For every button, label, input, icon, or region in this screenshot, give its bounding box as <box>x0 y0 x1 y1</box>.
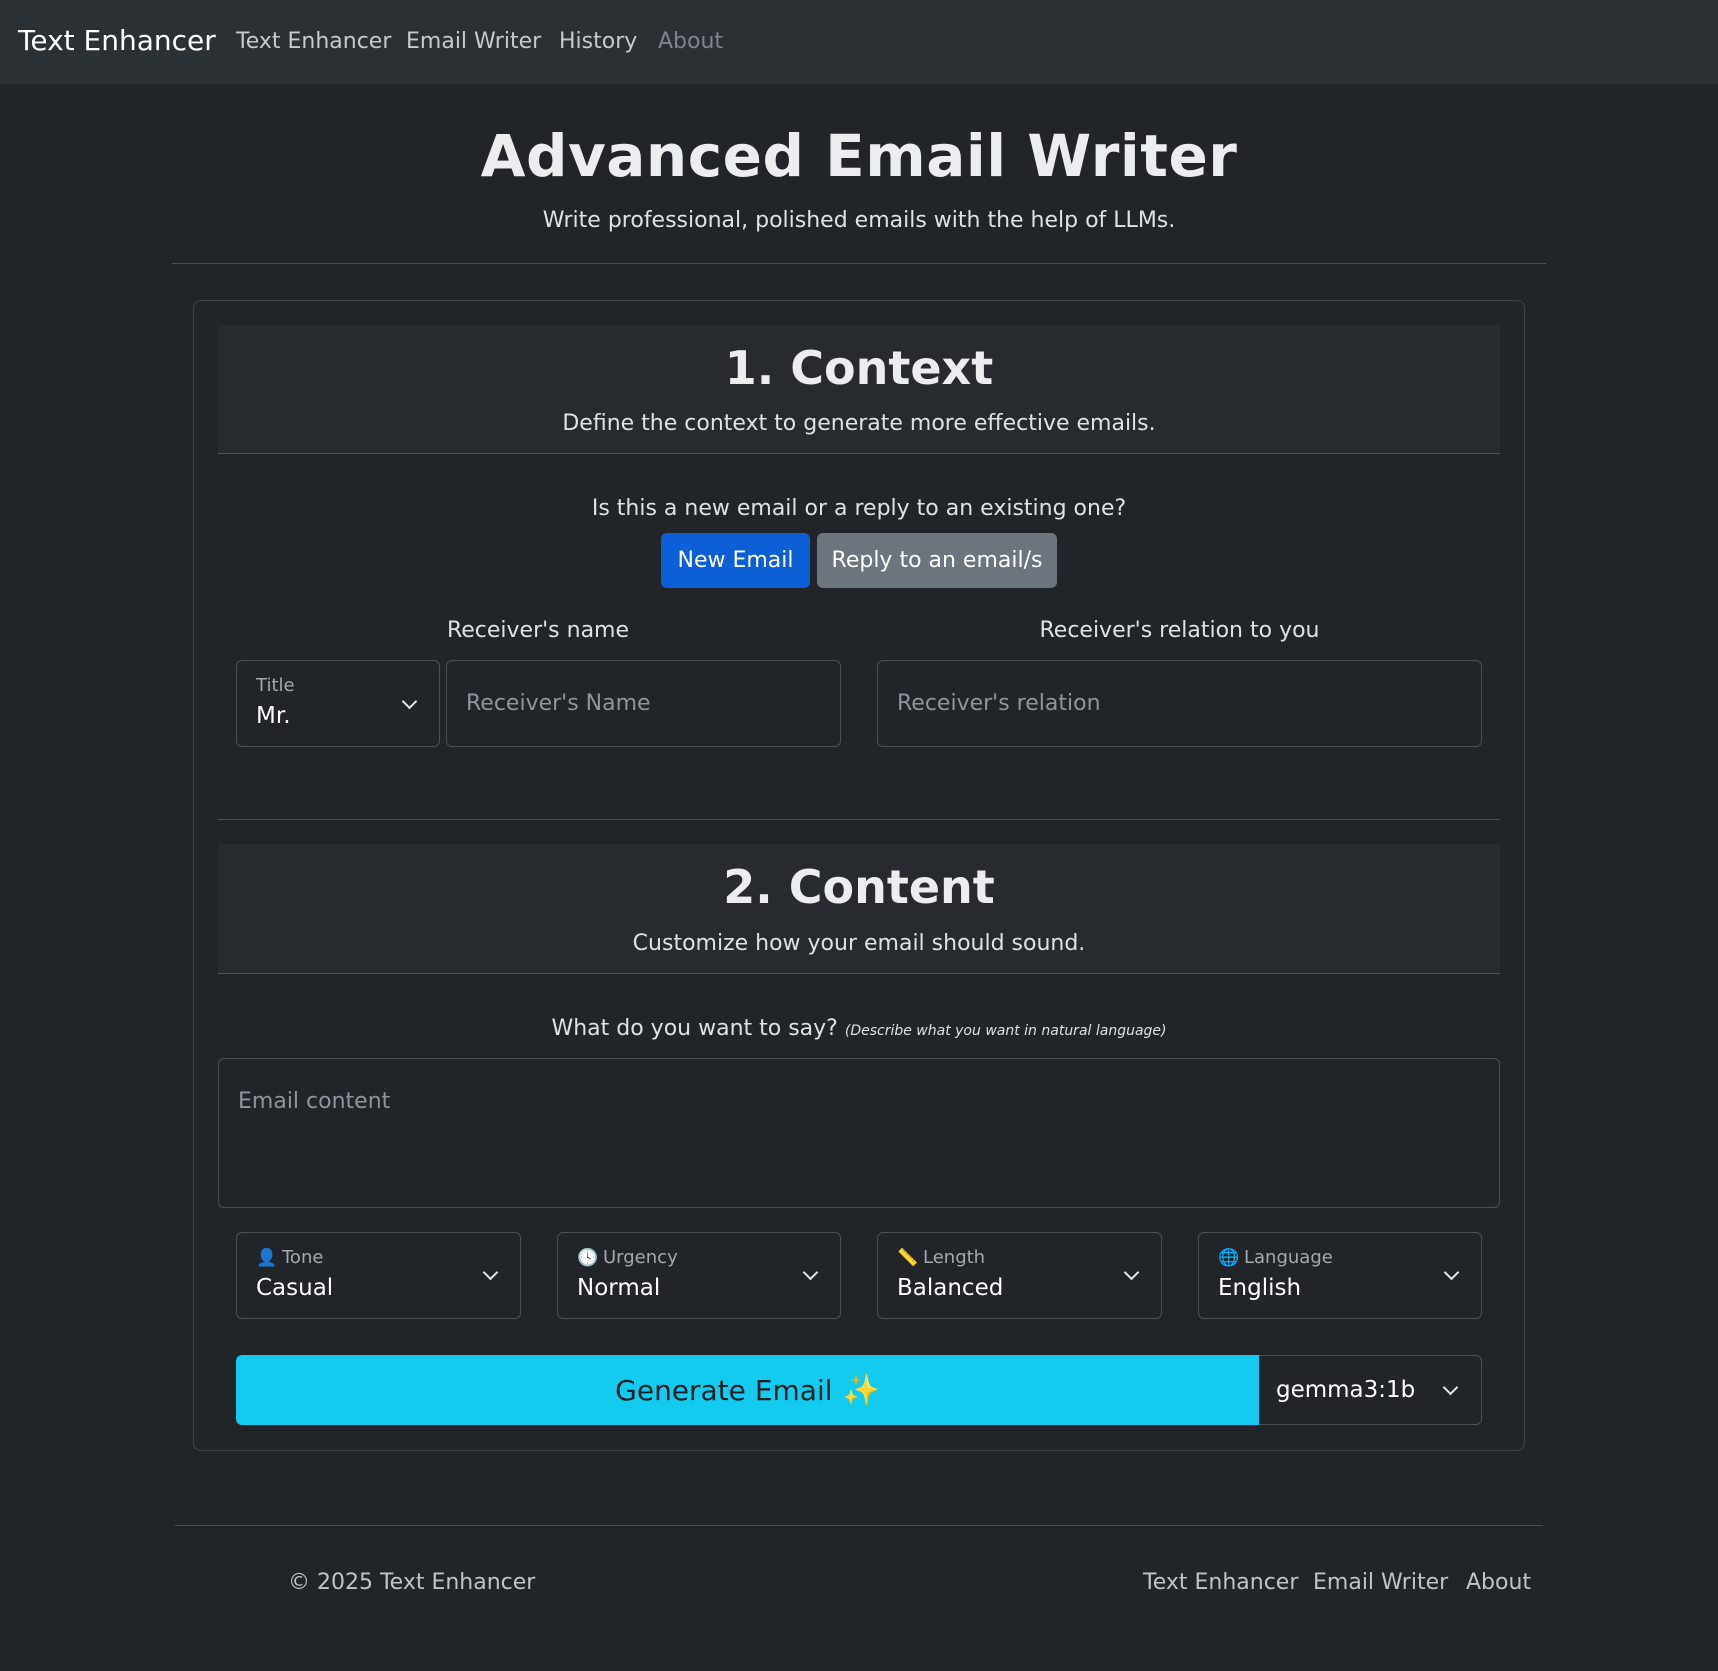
content-title: 2. Content <box>723 860 995 914</box>
generate-email-label: Generate Email <box>615 1373 833 1407</box>
header-divider <box>172 263 1546 264</box>
receiver-name-input[interactable]: Receiver's Name <box>446 660 841 747</box>
urgency-select[interactable]: 🕓 Urgency Normal <box>557 1232 841 1319</box>
chevron-down-icon <box>401 693 418 710</box>
footer-divider <box>175 1525 1543 1526</box>
reply-email-button[interactable]: Reply to an email/s <box>817 533 1057 588</box>
page-title: Advanced Email Writer <box>480 122 1238 190</box>
email-content-placeholder: Email content <box>238 1089 391 1114</box>
urgency-value: Normal <box>577 1275 661 1301</box>
chevron-down-icon <box>1442 1379 1459 1396</box>
model-select-value: gemma3:1b <box>1276 1377 1416 1403</box>
context-section-header: 1. Context Define the context to generat… <box>218 325 1500 454</box>
chevron-down-icon <box>1123 1264 1140 1281</box>
email-content-textarea[interactable]: Email content <box>218 1058 1500 1208</box>
chevron-down-icon <box>482 1264 499 1281</box>
language-label: Language <box>1244 1247 1333 1268</box>
model-select[interactable]: gemma3:1b <box>1259 1355 1482 1425</box>
receiver-relation-placeholder: Receiver's relation <box>897 691 1101 716</box>
nav-link-about[interactable]: About <box>658 29 723 54</box>
content-description: Customize how your email should sound. <box>632 931 1086 956</box>
tone-select[interactable]: 👤 Tone Casual <box>236 1232 521 1319</box>
navbar: Text Enhancer Text Enhancer Email Writer… <box>0 0 1718 84</box>
title-select[interactable]: Title Mr. <box>236 660 440 747</box>
urgency-label: Urgency <box>603 1247 678 1268</box>
nav-link-history[interactable]: History <box>559 29 637 54</box>
title-select-label: Title <box>256 675 295 696</box>
context-title: 1. Context <box>724 341 994 395</box>
length-select[interactable]: 📏 Length Balanced <box>877 1232 1162 1319</box>
clock-icon: 🕓 <box>577 1247 599 1268</box>
title-select-value: Mr. <box>256 703 291 729</box>
new-email-button[interactable]: New Email <box>661 533 810 588</box>
person-icon: 👤 <box>256 1247 278 1268</box>
generate-email-button[interactable]: Generate Email ✨ <box>236 1355 1259 1425</box>
ruler-icon: 📏 <box>897 1247 919 1268</box>
content-prompt: What do you want to say? (Describe what … <box>218 1016 1500 1041</box>
chevron-down-icon <box>1443 1264 1460 1281</box>
sparkles-icon: ✨ <box>842 1372 880 1408</box>
language-value: English <box>1218 1275 1302 1301</box>
tone-label: Tone <box>282 1247 324 1268</box>
content-prompt-label: What do you want to say? <box>551 1016 838 1041</box>
length-label: Length <box>923 1247 986 1268</box>
receiver-name-label: Receiver's name <box>446 618 630 643</box>
footer-link-about[interactable]: About <box>1466 1570 1531 1595</box>
receiver-relation-input[interactable]: Receiver's relation <box>877 660 1482 747</box>
receiver-relation-label: Receiver's relation to you <box>1039 618 1320 643</box>
globe-icon: 🌐 <box>1218 1247 1240 1268</box>
length-value: Balanced <box>897 1275 1004 1301</box>
chevron-down-icon <box>802 1264 819 1281</box>
page-subtitle: Write professional, polished emails with… <box>542 208 1176 233</box>
language-select[interactable]: 🌐 Language English <box>1198 1232 1482 1319</box>
nav-link-text-enhancer[interactable]: Text Enhancer <box>236 29 391 54</box>
footer-link-email-writer[interactable]: Email Writer <box>1313 1570 1448 1595</box>
content-prompt-hint: (Describe what you want in natural langu… <box>844 1023 1167 1039</box>
email-type-question: Is this a new email or a reply to an exi… <box>591 496 1127 521</box>
navbar-brand[interactable]: Text Enhancer <box>18 24 216 57</box>
footer-copyright: © 2025 Text Enhancer <box>288 1570 536 1595</box>
tone-value: Casual <box>256 1275 334 1301</box>
receiver-name-placeholder: Receiver's Name <box>466 691 651 716</box>
section-divider <box>218 819 1500 820</box>
context-description: Define the context to generate more effe… <box>562 411 1156 436</box>
content-section-header: 2. Content Customize how your email shou… <box>218 844 1500 974</box>
nav-link-email-writer[interactable]: Email Writer <box>406 29 541 54</box>
footer-link-text-enhancer[interactable]: Text Enhancer <box>1143 1570 1298 1595</box>
